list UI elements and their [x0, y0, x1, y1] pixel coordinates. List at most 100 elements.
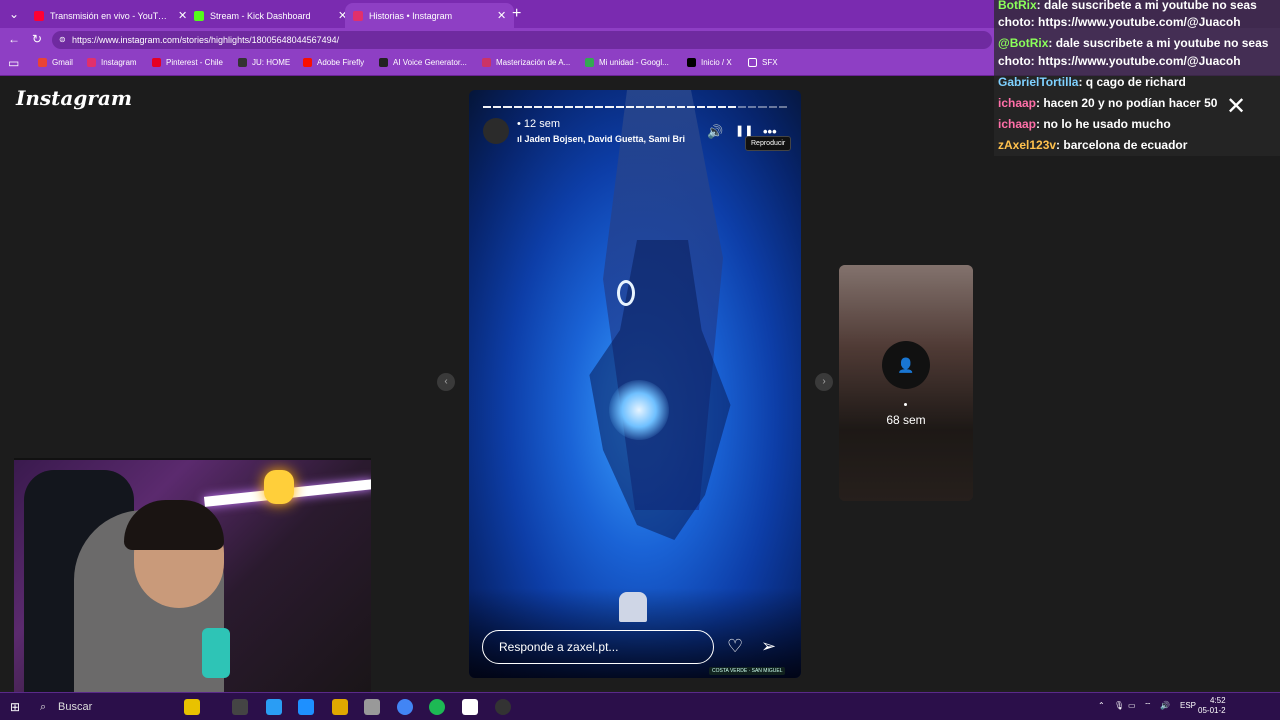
- chat-text: : no lo he usado mucho: [1036, 117, 1171, 131]
- story-progress-segment: [544, 106, 553, 108]
- site-info-icon[interactable]: ⊜: [59, 31, 66, 49]
- masterizacion-icon: [482, 58, 491, 67]
- instagram-icon: [87, 58, 96, 67]
- story-progress-segment: [748, 106, 757, 108]
- webcam-overlay: [14, 458, 371, 692]
- chat-text: : barcelona de ecuador: [1056, 138, 1188, 152]
- bookmark-label: Gmail: [52, 58, 73, 67]
- story-music[interactable]: ıl Jaden Bojsen, David Guetta, Sami Bri: [517, 134, 685, 144]
- volume-tray-icon[interactable]: 🔊: [1160, 701, 1170, 710]
- chat-message: BotRix: dale suscribete a mi youtube no …: [998, 0, 1257, 12]
- music-wave-icon: ıl: [517, 134, 525, 144]
- spotify-icon[interactable]: [429, 699, 445, 715]
- copilot-icon[interactable]: [266, 699, 282, 715]
- chat-user: zAxel123v: [998, 138, 1057, 152]
- language-indicator[interactable]: ESP: [1180, 701, 1196, 710]
- tab-instagram[interactable]: Historias • Instagram ✕: [345, 3, 515, 28]
- bookmark-ju-home[interactable]: JU: HOME: [238, 58, 290, 67]
- capcut-icon[interactable]: [462, 699, 478, 715]
- chat-message: choto: https://www.youtube.com/@Juacoh: [998, 54, 1241, 68]
- kick-favicon-icon: [194, 10, 204, 21]
- story-progress-segment: [493, 106, 502, 108]
- microphone-icon[interactable]: 🎙: [1114, 701, 1124, 710]
- bookmarks-toggle-icon[interactable]: ▭: [8, 56, 19, 70]
- story-progress-bar: [483, 106, 788, 108]
- ai-voice-icon: [379, 58, 388, 67]
- story-progress-segment: [605, 106, 614, 108]
- chat-text: : hacen 20 y no podían hacer 50: [1036, 96, 1218, 110]
- reload-icon[interactable]: ↻: [32, 32, 42, 46]
- webcam-microphone: [202, 628, 230, 678]
- taskbar-search-label: Buscar: [58, 701, 93, 713]
- pinterest-icon: [152, 58, 161, 67]
- windows-start-icon[interactable]: ⊞: [10, 700, 20, 714]
- story-progress-segment: [625, 106, 635, 108]
- edge-icon[interactable]: [298, 699, 314, 715]
- volume-icon[interactable]: 🔊: [707, 124, 723, 140]
- bookmark-pinterest[interactable]: Pinterest - Chile: [152, 58, 223, 67]
- next-story-card[interactable]: 👤 68 sem: [839, 265, 973, 501]
- url-field[interactable]: ⊜ https://www.instagram.com/stories/high…: [52, 31, 992, 49]
- story-author-avatar[interactable]: [483, 118, 509, 144]
- next-story-dot: [904, 403, 907, 406]
- chat-message: zAxel123v: barcelona de ecuador: [998, 138, 1187, 152]
- tab-kick[interactable]: Stream - Kick Dashboard ✕: [186, 3, 355, 28]
- copilot-sparkle-icon[interactable]: [184, 699, 200, 715]
- tray-monitor-icon[interactable]: ▭: [1128, 701, 1136, 710]
- next-story-arrow-icon[interactable]: ›: [815, 373, 833, 391]
- story-progress-segment: [656, 106, 665, 108]
- new-tab-plus-icon[interactable]: +: [512, 5, 521, 23]
- like-heart-icon[interactable]: ♡: [727, 636, 743, 657]
- story-progress-segment: [534, 106, 543, 108]
- story-progress-segment: [636, 106, 645, 108]
- store-icon[interactable]: [364, 699, 380, 715]
- story-progress-segment: [727, 106, 737, 108]
- chat-text: : dale suscribete a mi youtube no seas: [1036, 0, 1257, 12]
- story-progress-segment: [585, 106, 594, 108]
- next-story-age: 68 sem: [886, 413, 926, 427]
- story-viewer[interactable]: • 12 sem ıl Jaden Bojsen, David Guetta, …: [469, 90, 801, 678]
- story-progress-segment: [554, 106, 563, 108]
- close-viewer-icon[interactable]: ✕: [1226, 92, 1246, 121]
- drive-icon: [585, 58, 594, 67]
- previous-story-arrow-icon[interactable]: ‹: [437, 373, 455, 391]
- bookmark-x[interactable]: Inicio / X: [687, 58, 732, 67]
- taskbar-clock[interactable]: 4:52 05-01-2: [1198, 696, 1226, 716]
- chrome-icon[interactable]: [397, 699, 413, 715]
- story-image-ring: [617, 280, 635, 306]
- gmail-icon: [38, 58, 47, 67]
- instagram-logo[interactable]: Instagram: [16, 86, 132, 110]
- network-icon[interactable]: ⌔: [1144, 701, 1152, 711]
- bookmark-ai-voice[interactable]: AI Voice Generator...: [379, 58, 467, 67]
- file-explorer-icon[interactable]: [332, 699, 348, 715]
- bookmark-adobe-firefly[interactable]: Adobe Firefly: [303, 58, 364, 67]
- story-progress-segment: [523, 106, 533, 108]
- bookmark-instagram[interactable]: Instagram: [87, 58, 137, 67]
- share-send-icon[interactable]: ➢: [761, 636, 776, 657]
- obs-icon[interactable]: [495, 699, 511, 715]
- bookmark-masterizacion[interactable]: Masterización de A...: [482, 58, 570, 67]
- x-icon: [687, 58, 696, 67]
- bookmark-google-drive[interactable]: Mi unidad - Googl...: [585, 58, 669, 67]
- bookmark-label: Adobe Firefly: [317, 58, 365, 67]
- back-arrow-icon[interactable]: ←: [8, 32, 20, 46]
- close-tab-icon[interactable]: ✕: [497, 9, 506, 22]
- tab-youtube[interactable]: Transmisión en vivo - YouTube St.. ✕: [26, 3, 195, 28]
- chat-text: : dale suscribete a mi youtube no seas: [1048, 36, 1269, 50]
- bookmark-sfx-folder[interactable]: SFX: [748, 58, 778, 67]
- story-time-text: 12 sem: [523, 118, 560, 130]
- tray-chevron-icon[interactable]: ⌃: [1098, 701, 1105, 710]
- bookmark-label: Mi unidad - Googl...: [599, 58, 669, 67]
- story-image-dj: [619, 592, 647, 622]
- chat-message: ichaap: no lo he usado mucho: [998, 117, 1171, 131]
- reply-input[interactable]: Responde a zaxel.pt...: [482, 630, 714, 664]
- chat-user: @BotRix: [998, 36, 1049, 50]
- story-progress-segment: [768, 106, 777, 108]
- story-progress-segment: [738, 106, 747, 108]
- bookmark-gmail[interactable]: Gmail: [38, 58, 73, 67]
- chat-text: : q cago de richard: [1078, 75, 1186, 89]
- bookmark-label: JU: HOME: [252, 58, 291, 67]
- tab-search-chevron-icon[interactable]: ⌄: [4, 4, 24, 24]
- task-view-icon[interactable]: [232, 699, 248, 715]
- webcam-hair: [124, 500, 224, 550]
